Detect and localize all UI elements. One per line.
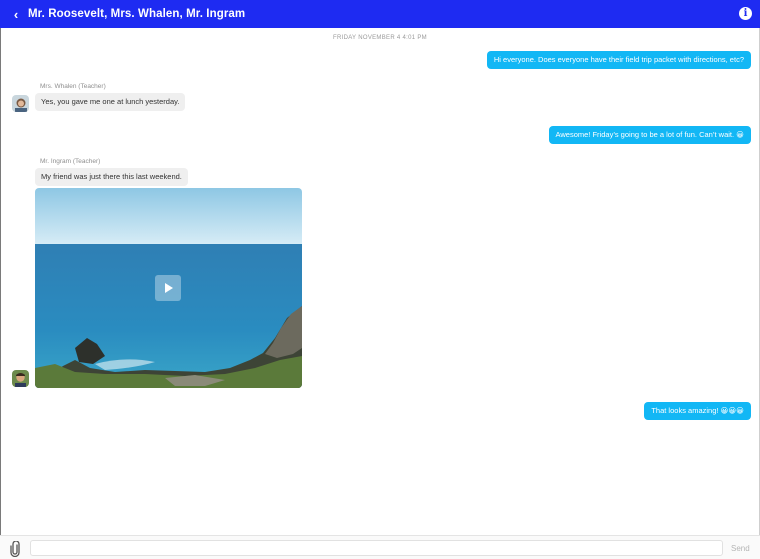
outgoing-message[interactable]: That looks amazing! 😀😀😀 [644,402,751,420]
ingram-avatar[interactable] [12,370,29,387]
incoming-message[interactable]: My friend was just there this last weeke… [35,168,188,186]
message-composer: Send [0,535,760,559]
sender-name: Mrs. Whalen (Teacher) [40,83,106,90]
back-icon[interactable]: ‹ [4,7,28,22]
datestamp: FRIDAY NOVEMBER 4 4:01 PM [333,35,427,41]
conversation-header: ‹ Mr. Roosevelt, Mrs. Whalen, Mr. Ingram… [0,0,760,28]
whalen-avatar[interactable] [12,95,29,112]
send-button[interactable]: Send [731,544,750,553]
outgoing-message[interactable]: Awesome! Friday’s going to be a lot of f… [548,126,751,144]
incoming-message[interactable]: Yes, you gave me one at lunch yesterday. [35,93,186,111]
info-icon[interactable]: i [739,7,752,20]
conversation-title: Mr. Roosevelt, Mrs. Whalen, Mr. Ingram [28,8,246,20]
play-button[interactable] [155,275,181,301]
message-input[interactable] [30,540,723,556]
avatar-image [12,95,29,112]
sender-name: Mr. Ingram (Teacher) [40,158,101,165]
paperclip-icon[interactable] [8,541,22,557]
outgoing-message[interactable]: Hi everyone. Does everyone have their fi… [486,51,751,69]
avatar-image [12,370,29,387]
